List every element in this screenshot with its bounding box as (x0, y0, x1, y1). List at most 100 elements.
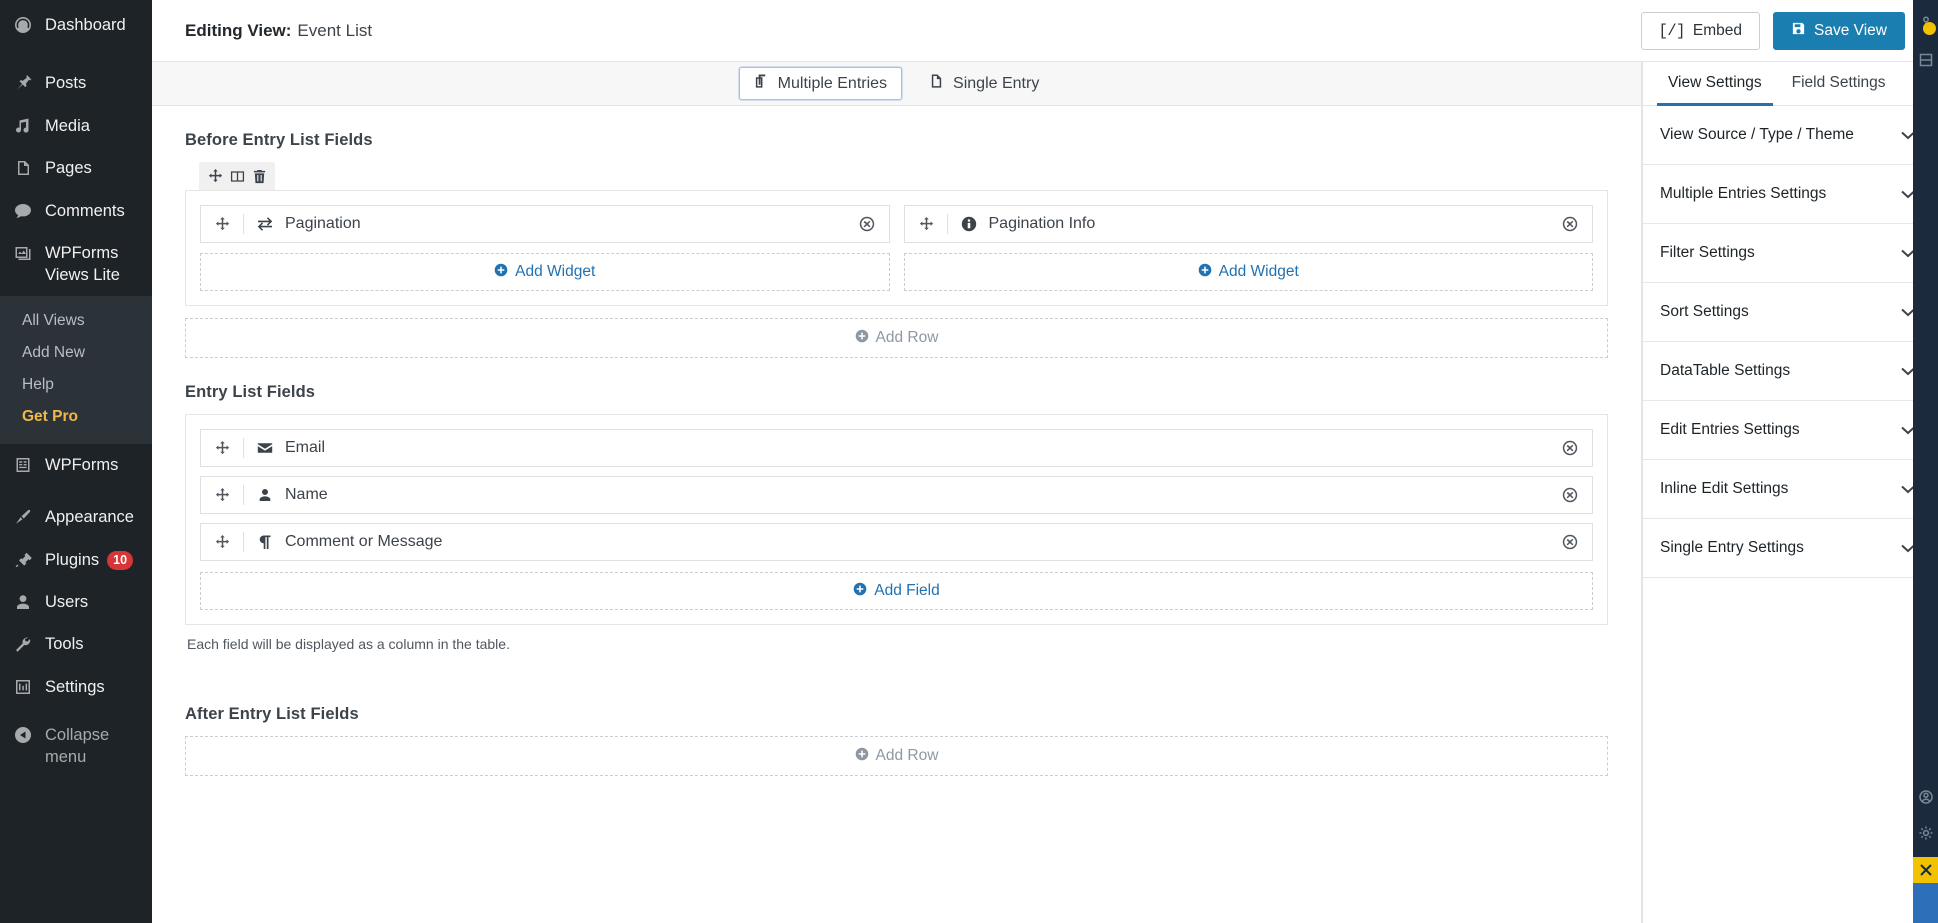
sidebar-item-wpforms-views-lite[interactable]: WPForms Views Lite (0, 232, 152, 297)
sidebar-item-plugins[interactable]: Plugins 10 (0, 539, 152, 581)
row-toolbar (199, 162, 275, 190)
accordion-single-entry-settings[interactable]: Single Entry Settings (1643, 519, 1938, 578)
accordion-filter-settings[interactable]: Filter Settings (1643, 224, 1938, 283)
accordion-inline-edit-settings[interactable]: Inline Edit Settings (1643, 460, 1938, 519)
before-section-title: Before Entry List Fields (185, 131, 373, 149)
submenu-item-help[interactable]: Help (0, 369, 152, 401)
submenu-item-add-new[interactable]: Add New (0, 337, 152, 369)
submenu-item-all-views[interactable]: All Views (0, 305, 152, 337)
add-widget-button-left[interactable]: Add Widget (200, 253, 890, 291)
add-field-button[interactable]: Add Field (200, 572, 1593, 610)
settings-tabstrip: View Settings Field Settings (1643, 62, 1938, 106)
collapse-icon (12, 724, 34, 746)
plus-circle-icon (494, 263, 508, 282)
accordion-multiple-entries-settings[interactable]: Multiple Entries Settings (1643, 165, 1938, 224)
sidebar-item-wpforms[interactable]: WPForms (0, 444, 152, 486)
accordion-label: Single Entry Settings (1660, 539, 1804, 556)
accordion-view-source-type-theme[interactable]: View Source / Type / Theme (1643, 106, 1938, 165)
drag-handle-icon[interactable] (213, 440, 232, 456)
widget-pagination[interactable]: Pagination (200, 205, 890, 243)
remove-field-icon[interactable] (1560, 438, 1580, 458)
brush-icon (12, 506, 34, 528)
add-widget-button-right[interactable]: Add Widget (903, 253, 1593, 291)
save-view-label: Save View (1814, 21, 1887, 39)
add-row-button-before[interactable]: Add Row (185, 318, 1608, 358)
tab-single-entry-label: Single Entry (953, 74, 1040, 92)
sidebar-item-appearance[interactable]: Appearance (0, 496, 152, 538)
drag-handle-icon[interactable] (213, 216, 232, 232)
wp-admin-sidebar: Dashboard Posts Media Pages Comments WPF… (0, 0, 152, 923)
add-row-button-after[interactable]: Add Row (185, 736, 1608, 776)
sliders-icon (12, 676, 34, 698)
sidebar-item-users[interactable]: Users (0, 581, 152, 623)
drag-handle-icon[interactable] (213, 534, 232, 550)
tab-field-settings[interactable]: Field Settings (1781, 62, 1897, 106)
remove-field-icon[interactable] (1560, 532, 1580, 552)
embed-code-icon: [/] (1658, 21, 1686, 40)
pages-icon (12, 157, 34, 179)
field-label: Name (285, 486, 328, 503)
sidebar-item-dashboard[interactable]: Dashboard (0, 0, 152, 52)
media-icon (12, 115, 34, 137)
accordion-edit-entries-settings[interactable]: Edit Entries Settings (1643, 401, 1938, 460)
page-title: Editing View: Event List (185, 21, 372, 41)
layout-panel-icon[interactable] (1916, 48, 1936, 72)
editor-canvas-column: Multiple Entries Single Entry Before Ent… (152, 62, 1642, 923)
accordion-label: Inline Edit Settings (1660, 480, 1789, 497)
remove-widget-icon[interactable] (1560, 214, 1580, 234)
sidebar-item-label: Posts (45, 74, 87, 93)
accordion-label: Sort Settings (1660, 303, 1749, 320)
page-title-label: Editing View: (185, 20, 292, 40)
tab-view-settings[interactable]: View Settings (1657, 62, 1773, 106)
remove-widget-icon[interactable] (857, 214, 877, 234)
field-name[interactable]: Name (200, 476, 1593, 514)
widget-column: Pagination Info Add Widget (903, 205, 1593, 291)
save-view-button[interactable]: Save View (1773, 11, 1905, 50)
remove-field-icon[interactable] (1560, 485, 1580, 505)
save-icon (1791, 21, 1806, 41)
sidebar-item-tools[interactable]: Tools (0, 623, 152, 665)
gear-icon[interactable] (1916, 821, 1936, 845)
file-icon (929, 73, 944, 94)
editor-body: Multiple Entries Single Entry Before Ent… (152, 62, 1938, 923)
field-email[interactable]: Email (200, 429, 1593, 467)
sidebar-item-label: Comments (45, 201, 125, 220)
sidebar-item-pages[interactable]: Pages (0, 147, 152, 189)
columns-icon[interactable] (226, 166, 248, 186)
accordion-datatable-settings[interactable]: DataTable Settings (1643, 342, 1938, 401)
sidebar-collapse-menu[interactable]: Collapse menu (0, 714, 152, 788)
sidebar-item-label: Settings (45, 677, 105, 696)
embed-button[interactable]: [/] Embed (1640, 11, 1761, 50)
account-circle-icon[interactable] (1916, 785, 1936, 809)
main-region: Editing View: Event List [/] Embed Save V… (152, 0, 1938, 923)
settings-panel: View Settings Field Settings View Source… (1642, 62, 1938, 923)
editor-topbar: Editing View: Event List [/] Embed Save V… (152, 0, 1938, 62)
copy-icon (754, 73, 769, 94)
drag-handle-icon[interactable] (213, 487, 232, 503)
tab-single-entry[interactable]: Single Entry (914, 67, 1054, 100)
sidebar-item-label: Appearance (45, 508, 134, 527)
widget-label: Pagination (285, 215, 361, 232)
tab-multiple-entries-label: Multiple Entries (777, 74, 888, 92)
sidebar-item-settings[interactable]: Settings (0, 666, 152, 708)
submenu-item-get-pro[interactable]: Get Pro (0, 401, 152, 433)
sidebar-divider (0, 52, 152, 62)
canvas-scroll-area[interactable]: Before Entry List Fields Pagination Add … (152, 106, 1641, 923)
sidebar-item-media[interactable]: Media (0, 105, 152, 147)
exchange-icon (255, 216, 275, 232)
sidebar-item-posts[interactable]: Posts (0, 62, 152, 104)
drag-handle-icon[interactable] (917, 216, 936, 232)
sidebar-item-label: Tools (45, 635, 84, 654)
tab-multiple-entries[interactable]: Multiple Entries (738, 67, 903, 100)
plus-circle-icon (853, 582, 867, 601)
trash-icon[interactable] (248, 166, 270, 186)
field-comment-or-message[interactable]: Comment or Message (200, 523, 1593, 561)
accordion-sort-settings[interactable]: Sort Settings (1643, 283, 1938, 342)
views-icon (12, 242, 34, 264)
expand-arrows-icon[interactable] (1913, 857, 1938, 883)
pin-icon (12, 72, 34, 94)
move-icon[interactable] (204, 166, 226, 186)
sidebar-item-comments[interactable]: Comments (0, 190, 152, 232)
user-icon (255, 487, 275, 503)
widget-pagination-info[interactable]: Pagination Info (903, 205, 1593, 243)
